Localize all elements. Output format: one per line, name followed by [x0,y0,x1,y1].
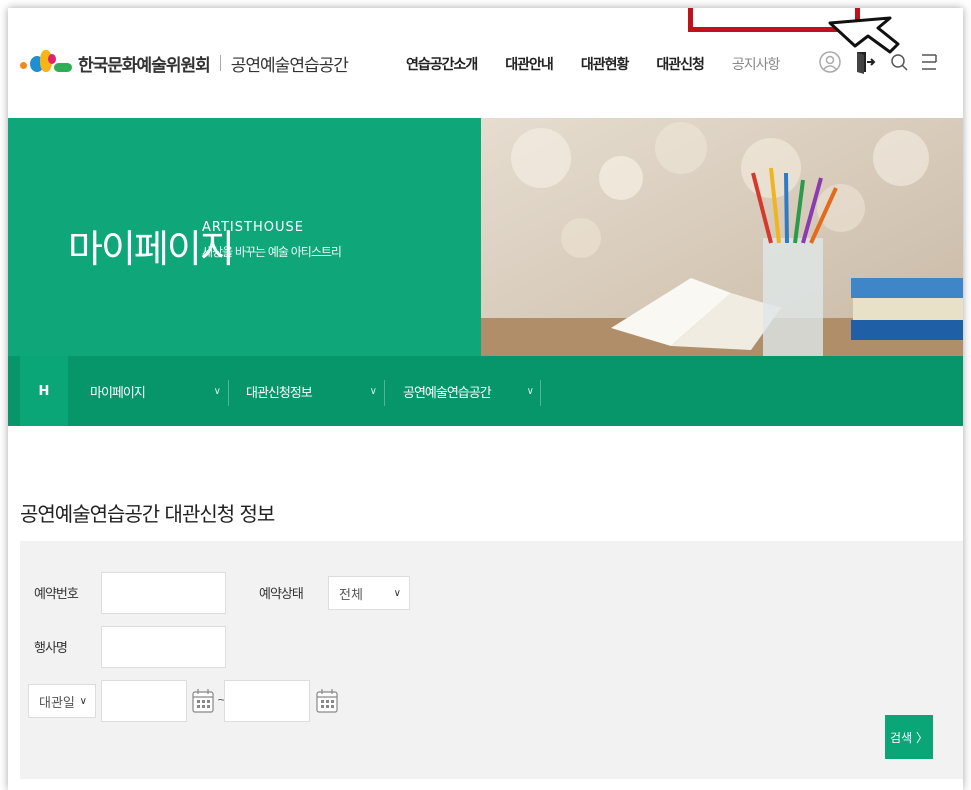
banner-english-title: ARTISTHOUSE [202,220,304,235]
date-type-select[interactable]: 대관일 ∨ [28,684,96,718]
reservation-status-value: 전체 [339,587,363,603]
chevron-down-icon: ∨ [213,385,221,397]
page-title: 공연예술연습공간 대관신청 정보 [20,502,275,526]
logo-mark-icon [18,48,74,78]
logo-divider [219,55,221,71]
nav-rental-status[interactable]: 대관현황 [581,54,630,74]
chevron-down-icon: ∨ [369,385,377,397]
org-name: 한국문화예술위원회 [78,55,211,76]
search-form: 예약번호 예약상태 전체 ∨ 행사명 대관일 ∨ ~ 검색 〉 [20,541,963,779]
site-logo[interactable]: 한국문화예술위원회 공연예술연습공간 [18,48,349,78]
pointer-cursor-icon [828,16,900,54]
search-button[interactable]: 검색 〉 [885,715,933,759]
hero-banner: 마이페이지 ARTISTHOUSE 세상을 바꾸는 예술 아티스트리 [8,118,963,356]
banner-subtitle: 세상을 바꾸는 예술 아티스트리 [202,245,342,259]
chevron-down-icon: ∨ [526,385,534,397]
site-name: 공연예술연습공간 [230,55,349,76]
subnav-rental-info-label: 대관신청정보 [246,385,313,401]
subnav-practice-space[interactable]: 공연예술연습공간 ∨ [403,356,534,426]
sub-navigation: H 마이페이지 ∨ 대관신청정보 ∨ 공연예술연습공간 ∨ [8,356,963,426]
nav-rental-application[interactable]: 대관신청 [656,54,705,74]
event-name-label: 행사명 [34,641,68,656]
main-nav: 연습공간소개 대관안내 대관현황 대관신청 공지사항 [406,54,807,74]
reservation-status-select[interactable]: 전체 ∨ [328,576,410,610]
subnav-mypage[interactable]: 마이페이지 ∨ [90,356,221,426]
subnav-divider [384,380,385,406]
event-name-input[interactable] [101,626,226,668]
subnav-divider [228,380,229,406]
calendar-icon[interactable] [192,688,214,714]
nav-rental-guide[interactable]: 대관안내 [505,54,554,74]
nav-notice[interactable]: 공지사항 [732,54,781,74]
subnav-practice-space-label: 공연예술연습공간 [403,385,492,401]
start-date-input[interactable] [101,680,187,722]
site-header: 한국문화예술위원회 공연예술연습공간 연습공간소개 대관안내 대관현황 대관신청… [8,8,963,118]
reservation-status-label: 예약상태 [259,587,304,602]
calendar-icon[interactable] [316,688,338,714]
subnav-divider [540,380,541,406]
chevron-down-icon: ∨ [393,587,401,599]
browser-page: 한국문화예술위원회 공연예술연습공간 연습공간소개 대관안내 대관현황 대관신청… [8,8,963,790]
subnav-rental-info[interactable]: 대관신청정보 ∨ [246,356,377,426]
subnav-mypage-label: 마이페이지 [90,385,146,401]
banner-image [481,118,963,356]
end-date-input[interactable] [224,680,310,722]
date-type-value: 대관일 [39,695,75,711]
chevron-down-icon: ∨ [79,695,87,707]
banner-text-panel: 마이페이지 ARTISTHOUSE 세상을 바꾸는 예술 아티스트리 [8,118,481,356]
reservation-number-label: 예약번호 [34,587,79,602]
home-button[interactable]: H [20,356,68,426]
reservation-number-input[interactable] [101,572,226,614]
nav-practice-space-intro[interactable]: 연습공간소개 [406,54,478,74]
menu-icon[interactable] [920,50,938,74]
